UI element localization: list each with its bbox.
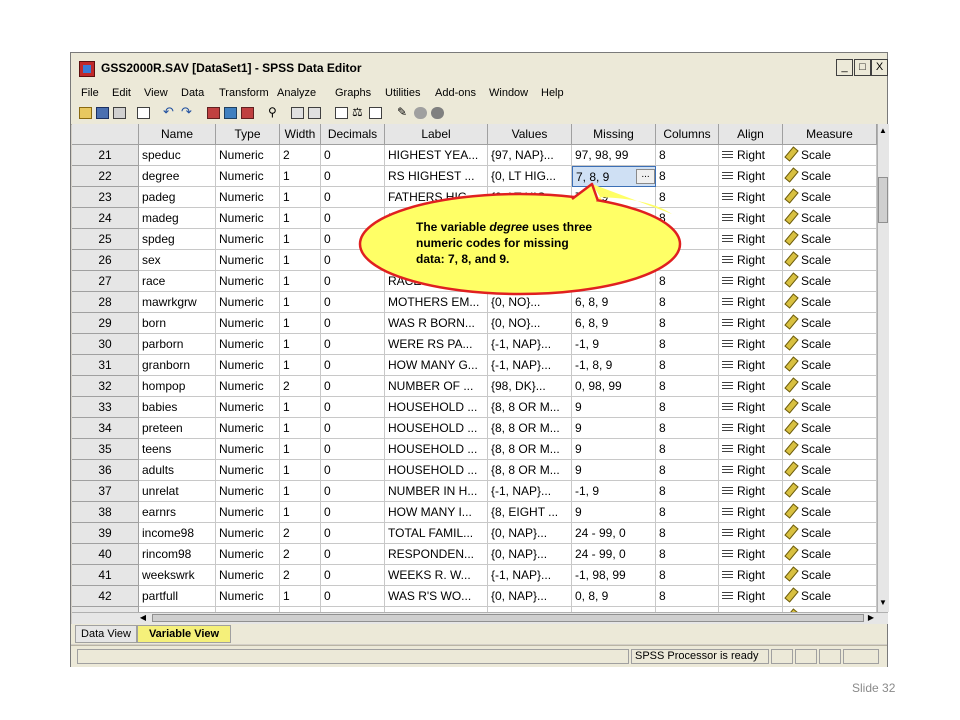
callout-bubble [358,182,682,296]
callout-line1-pre: The variable [416,220,490,234]
callout-line3: data: 7, 8, and 9. [416,252,510,266]
callout-text: The variable degree uses three numeric c… [416,219,646,267]
callout-line1-post: uses three [528,220,593,234]
slide-number: Slide 32 [852,681,896,695]
callout-variable-name: degree [489,220,529,234]
callout-line2: numeric codes for missing [416,236,569,250]
